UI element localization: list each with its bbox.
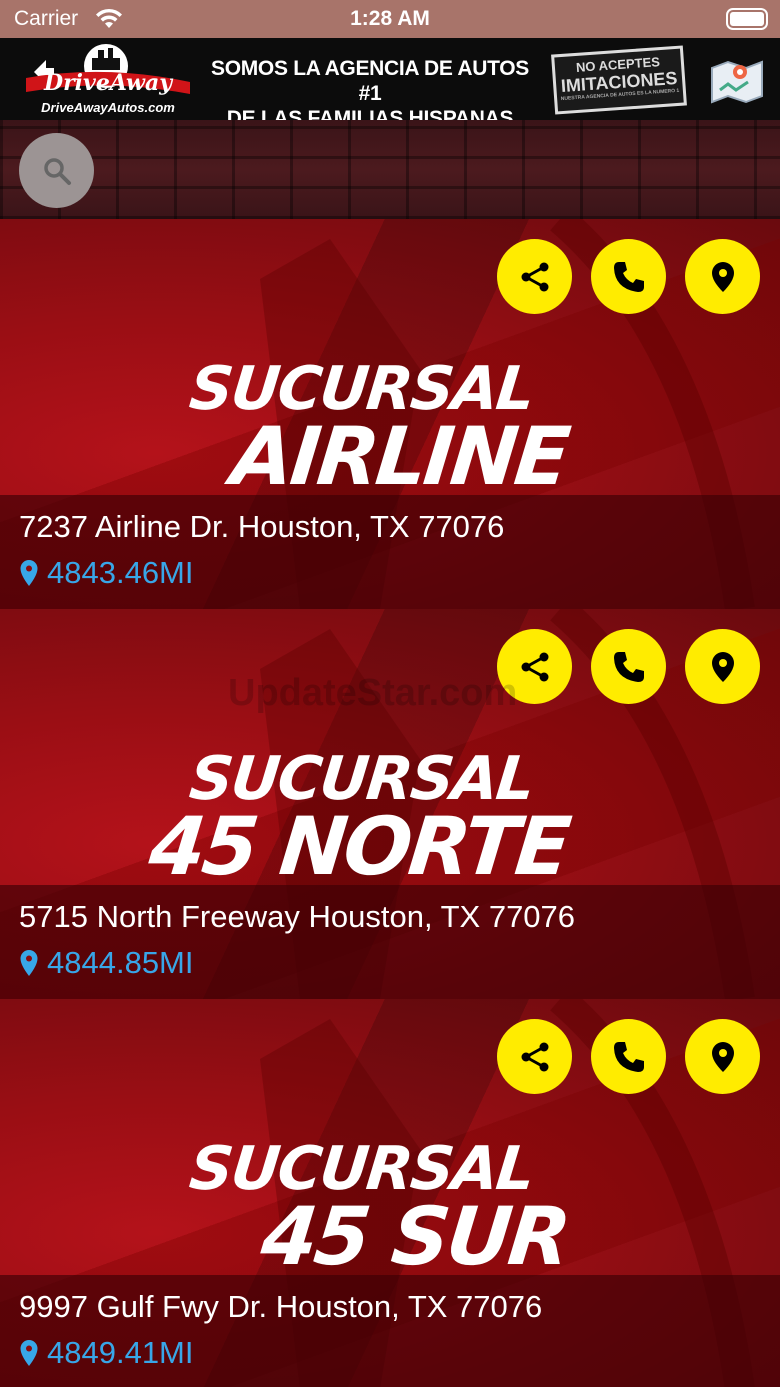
branch-card-45-sur[interactable]: SUCURSAL 45 SUR 9997 Gulf Fwy Dr. Housto… — [0, 999, 780, 1387]
share-button[interactable] — [497, 1019, 572, 1094]
status-time: 1:28 AM — [350, 7, 430, 30]
phone-icon — [613, 651, 644, 682]
status-bar: Carrier 1:28 AM — [0, 0, 780, 38]
branch-title-line2: 45 NORTE — [145, 800, 573, 893]
slogan-line-1: SOMOS LA AGENCIA DE AUTOS #1 — [210, 57, 530, 105]
branch-title-line2: AIRLINE — [227, 410, 572, 503]
branch-address: 9997 Gulf Fwy Dr. Houston, TX 77076 — [19, 1289, 543, 1324]
branch-title-line2: 45 SUR — [257, 1190, 573, 1283]
call-button[interactable] — [591, 629, 666, 704]
call-button[interactable] — [591, 1019, 666, 1094]
branch-address: 7237 Airline Dr. Houston, TX 77076 — [19, 509, 505, 544]
directions-button[interactable] — [685, 239, 760, 314]
location-pin-icon — [711, 651, 734, 682]
branch-distance: 4849.41MI — [47, 1335, 194, 1370]
phone-icon — [613, 1041, 644, 1072]
no-imitations-stamp: NO ACEPTES IMITACIONES NUESTRA AGENCIA D… — [551, 45, 687, 115]
phone-icon — [613, 261, 644, 292]
driveaway-logo-mark: DriveAway — [26, 44, 190, 96]
watermark-text: UpdateStar.com — [228, 672, 518, 714]
share-icon — [521, 262, 548, 291]
share-icon — [521, 652, 548, 681]
logo-text: DriveAway — [43, 70, 174, 96]
branch-distance: 4844.85MI — [47, 945, 194, 980]
branch-distance: 4843.46MI — [47, 555, 194, 590]
branch-distance-row: 4844.85MI — [19, 945, 194, 981]
map-badge-icon — [711, 60, 763, 104]
logo-url: DriveAwayAutos.com — [41, 100, 175, 115]
directions-button[interactable] — [685, 1019, 760, 1094]
branch-card-45-norte[interactable]: SUCURSAL 45 NORTE 5715 North Freeway Hou… — [0, 609, 780, 999]
branch-address: 5715 North Freeway Houston, TX 77076 — [19, 899, 576, 934]
battery-icon — [726, 8, 768, 30]
distance-pin-icon — [20, 950, 38, 976]
share-icon — [521, 1042, 548, 1071]
branch-info: 5715 North Freeway Houston, TX 77076 484… — [0, 885, 780, 999]
location-pin-icon — [711, 261, 734, 292]
search-button[interactable] — [19, 133, 94, 208]
branch-distance-row: 4843.46MI — [19, 555, 194, 591]
call-button[interactable] — [591, 239, 666, 314]
header-banner[interactable]: DriveAway DriveAwayAutos.com SOMOS LA AG… — [0, 38, 780, 130]
driveaway-logo: DriveAway DriveAwayAutos.com — [18, 42, 198, 116]
distance-pin-icon — [20, 560, 38, 586]
search-icon — [43, 157, 71, 185]
branch-info: 7237 Airline Dr. Houston, TX 77076 4843.… — [0, 495, 780, 609]
search-row — [0, 120, 780, 219]
branch-card-airline[interactable]: SUCURSAL AIRLINE 7237 Airline Dr. Housto… — [0, 219, 780, 609]
branch-info: 9997 Gulf Fwy Dr. Houston, TX 77076 4849… — [0, 1275, 780, 1387]
branch-distance-row: 4849.41MI — [19, 1335, 194, 1371]
location-pin-icon — [711, 1041, 734, 1072]
distance-pin-icon — [20, 1340, 38, 1366]
directions-button[interactable] — [685, 629, 760, 704]
share-button[interactable] — [497, 239, 572, 314]
